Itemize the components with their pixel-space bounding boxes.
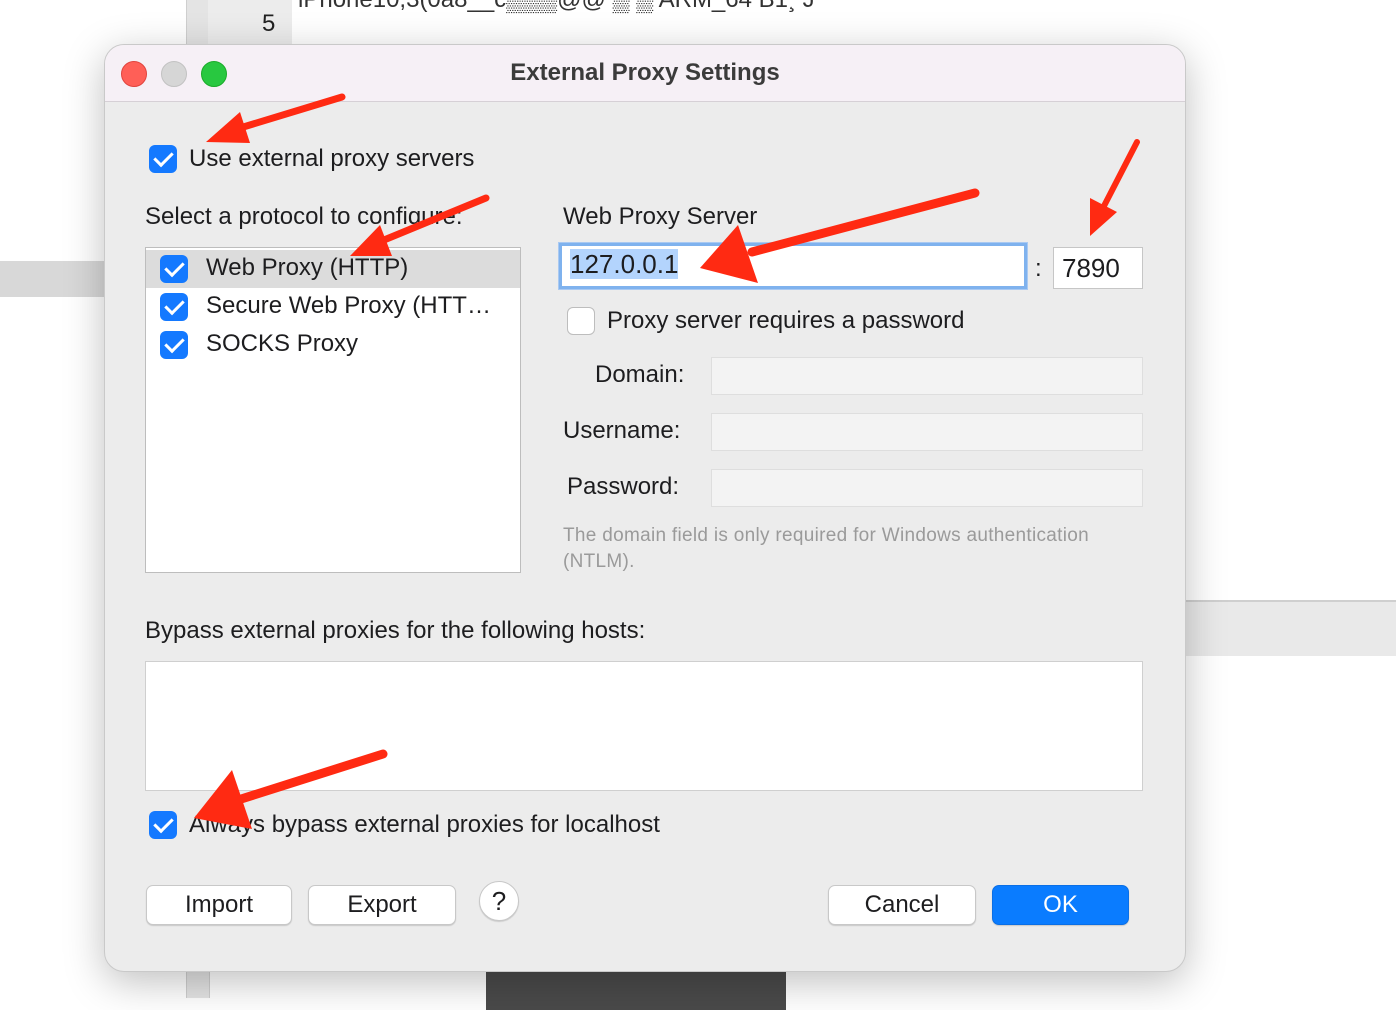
dialog-title: External Proxy Settings (510, 59, 780, 86)
bypass-localhost-label[interactable]: Always bypass external proxies for local… (189, 811, 660, 839)
export-button[interactable]: Export (308, 885, 456, 925)
requires-password-checkbox[interactable] (567, 307, 595, 335)
protocol-item-socks-proxy[interactable]: SOCKS Proxy (146, 326, 520, 364)
secure-web-proxy-checkbox[interactable] (160, 293, 188, 321)
username-label: Username: (563, 417, 681, 444)
background-row-highlight (0, 261, 104, 297)
title-bar[interactable]: External Proxy Settings (105, 45, 1185, 102)
protocol-heading: Select a protocol to configure: (145, 203, 463, 230)
bypass-localhost-checkbox[interactable] (149, 811, 177, 839)
proxy-host-value: 127.0.0.1 (570, 249, 679, 279)
protocol-item-label: Web Proxy (HTTP) (206, 254, 409, 281)
protocol-item-secure-web-proxy[interactable]: Secure Web Proxy (HTT… (146, 288, 520, 326)
use-external-proxy-checkbox[interactable] (149, 145, 177, 173)
protocol-item-label: Secure Web Proxy (HTT… (206, 292, 491, 319)
proxy-port-input[interactable]: 7890 (1053, 247, 1143, 289)
protocol-list[interactable]: Web Proxy (HTTP) Secure Web Proxy (HTT… … (145, 247, 521, 573)
help-button[interactable]: ? (479, 881, 519, 921)
password-input[interactable] (711, 469, 1143, 507)
username-input[interactable] (711, 413, 1143, 451)
external-proxy-settings-dialog: External Proxy Settings Use external pro… (104, 44, 1186, 972)
socks-proxy-checkbox[interactable] (160, 331, 188, 359)
use-external-proxy-label[interactable]: Use external proxy servers (189, 145, 474, 173)
import-button[interactable]: Import (146, 885, 292, 925)
protocol-item-label: SOCKS Proxy (206, 330, 359, 357)
port-separator: : (1035, 255, 1042, 282)
protocol-item-web-proxy[interactable]: Web Proxy (HTTP) (146, 250, 520, 288)
ok-button[interactable]: OK (992, 885, 1129, 925)
proxy-host-input[interactable]: 127.0.0.1 (559, 243, 1027, 289)
domain-label: Domain: (595, 361, 685, 388)
password-label: Password: (567, 473, 680, 500)
bypass-heading: Bypass external proxies for the followin… (145, 617, 646, 644)
requires-password-label[interactable]: Proxy server requires a password (607, 307, 964, 335)
background-binary-text: iPhone10,3(0a8__c▒▒▒@@ ▒ ▒ ARM_64 B1¸ J (298, 0, 815, 14)
cancel-button[interactable]: Cancel (828, 885, 976, 925)
bypass-hosts-textarea[interactable] (145, 661, 1143, 791)
background-line-number: 5 (262, 10, 276, 37)
background-panel-edge (1184, 600, 1396, 656)
background-line-gutter (208, 0, 292, 44)
domain-hint-text: The domain field is only required for Wi… (563, 525, 1089, 572)
web-proxy-checkbox[interactable] (160, 255, 188, 283)
domain-input[interactable] (711, 357, 1143, 395)
server-heading: Web Proxy Server (563, 203, 758, 230)
